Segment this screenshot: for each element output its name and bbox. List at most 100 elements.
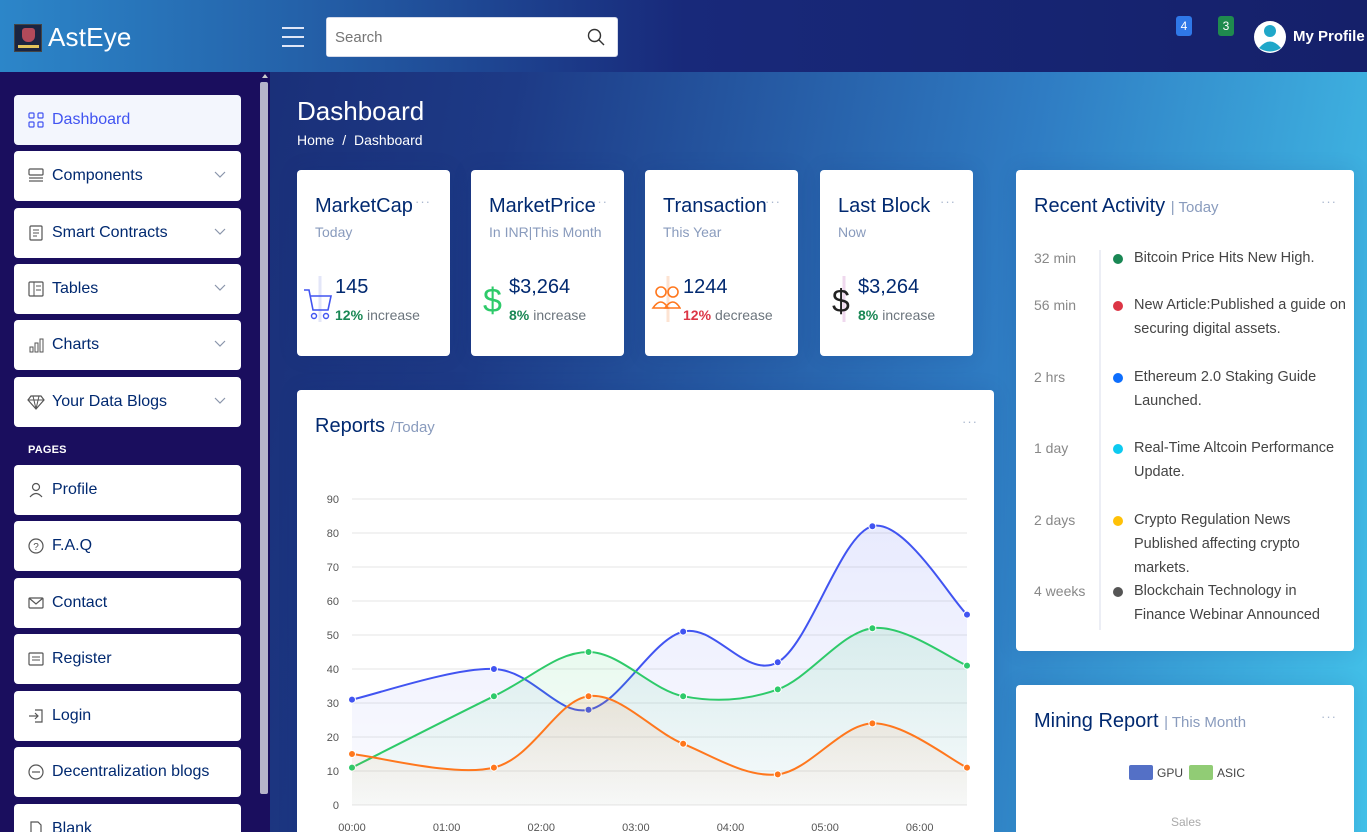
people-icon — [651, 276, 681, 322]
sidebar-item-label: Blank — [52, 820, 93, 832]
card-title: MarketPrice — [489, 195, 596, 217]
y-tick-label: 10 — [327, 766, 339, 778]
sidebar-item-register[interactable]: Register — [14, 634, 241, 684]
change-word: increase — [882, 307, 936, 323]
activity-time: 4 weeks — [1034, 583, 1086, 599]
file-icon — [30, 821, 42, 832]
data-point — [348, 695, 356, 704]
card-list-icon — [28, 652, 44, 666]
activity-text: Real-Time Altcoin Performance Update. — [1134, 440, 1335, 480]
search-icon[interactable] — [587, 28, 605, 46]
sidebar-item-charts[interactable]: Charts — [14, 320, 241, 370]
data-point — [868, 719, 877, 728]
journal-text-icon — [29, 225, 43, 241]
y-tick-label: 80 — [327, 528, 339, 540]
top-header: AstEye 4 3 My Profile — [0, 0, 1367, 72]
x-tick-label: 06:00 — [906, 822, 934, 832]
data-point — [868, 522, 877, 531]
legend-item-asic[interactable]: ASIC — [1189, 765, 1245, 780]
sidebar-item-label: Contact — [52, 594, 108, 611]
last-block-card: Last Block ··· Now $ $3,264 8% increase — [820, 170, 973, 356]
data-point — [868, 624, 877, 633]
sidebar-item-smart-contracts[interactable]: Smart Contracts — [14, 208, 241, 258]
timeline-line — [1099, 250, 1101, 630]
sidebar-item-profile[interactable]: Profile — [14, 465, 241, 515]
sidebar-scrollbar[interactable] — [260, 82, 268, 794]
chevron-down-icon — [214, 171, 226, 178]
change-percent: 12% — [335, 307, 364, 323]
breadcrumb: Home / Dashboard — [297, 132, 423, 148]
data-point — [489, 763, 498, 772]
gem-icon — [27, 395, 45, 410]
data-point — [348, 750, 356, 758]
sidebar-item-decentralization-blogs[interactable]: Decentralization blogs — [14, 747, 241, 797]
y-tick-label: 90 — [327, 494, 339, 506]
card-value: 145 — [335, 276, 369, 298]
sidebar-item-label: Charts — [52, 336, 100, 353]
profile-dropdown[interactable]: My Profile — [1293, 28, 1367, 45]
sidebar-toggle-icon[interactable] — [282, 27, 304, 47]
more-options-icon[interactable]: ··· — [415, 194, 431, 209]
card-subtitle: This Year — [663, 224, 722, 240]
notification-badge[interactable]: 4 — [1176, 16, 1192, 36]
activity-dot — [1113, 254, 1123, 264]
sidebar-item-login[interactable]: Login — [14, 691, 241, 741]
card-value: $3,264 — [509, 276, 571, 298]
app-name: AstEye — [48, 22, 132, 52]
chevron-down-icon — [214, 284, 226, 291]
mining-report-card: Mining Report | This Month ··· GPU ASIC … — [1016, 685, 1354, 832]
activity-time: 2 hrs — [1034, 369, 1066, 385]
data-point — [773, 658, 782, 667]
change-word: increase — [533, 307, 587, 323]
activity-dot — [1113, 301, 1123, 311]
transaction-card: Transaction ··· This Year 1244 12% decrea… — [645, 170, 798, 356]
activity-time: 1 day — [1034, 440, 1069, 456]
change-word: increase — [367, 307, 420, 323]
breadcrumb-home[interactable]: Home — [297, 132, 334, 148]
y-tick-label: 70 — [327, 562, 339, 574]
reports-line-chart: 0 10 20 30 40 50 60 70 80 90 00:00 01:00 02:00 03:00 0… — [327, 494, 971, 832]
sidebar-item-faq[interactable]: ? F.A.Q — [14, 521, 241, 571]
search-input[interactable] — [327, 18, 567, 56]
card-value: 1244 — [683, 276, 728, 298]
scroll-up-icon[interactable] — [262, 74, 268, 78]
legend-item-gpu[interactable]: GPU — [1129, 765, 1183, 780]
sidebar-item-tables[interactable]: Tables — [14, 264, 241, 314]
data-point — [773, 685, 782, 694]
legend-label: ASIC — [1217, 765, 1246, 780]
message-badge[interactable]: 3 — [1218, 16, 1234, 36]
card-title: Transaction — [663, 195, 767, 217]
activity-dot — [1113, 516, 1123, 526]
x-tick-label: 03:00 — [622, 822, 650, 832]
envelope-icon — [28, 597, 44, 609]
search-bar — [326, 17, 618, 57]
card-change: 12% increase — [335, 307, 420, 323]
dollar-icon: $ — [832, 276, 850, 322]
avatar[interactable] — [1253, 17, 1287, 57]
more-options-icon[interactable]: ··· — [940, 194, 956, 209]
change-percent: 8% — [509, 307, 530, 323]
data-point — [963, 763, 971, 772]
sidebar-item-contact[interactable]: Contact — [14, 578, 241, 628]
legend-label: GPU — [1157, 765, 1184, 780]
sidebar-item-your-data-blogs[interactable]: Your Data Blogs — [14, 377, 241, 427]
data-point — [489, 692, 498, 701]
card-change: 8% increase — [509, 307, 586, 323]
more-options-icon[interactable]: ··· — [765, 194, 781, 209]
sidebar-item-label: Your Data Blogs — [52, 393, 168, 410]
data-point — [679, 739, 688, 748]
data-point — [963, 610, 971, 619]
activity-dot — [1113, 587, 1123, 597]
sidebar-item-label: Decentralization blogs — [52, 763, 210, 780]
svg-text:$: $ — [832, 283, 850, 319]
app-logo[interactable]: AstEye — [14, 22, 132, 53]
sidebar-item-blank[interactable]: Blank — [14, 804, 241, 832]
sidebar-item-components[interactable]: Components — [14, 151, 241, 201]
more-options-icon[interactable]: ··· — [1321, 194, 1337, 209]
more-options-icon[interactable]: ··· — [1321, 709, 1337, 724]
sidebar-section-heading: PAGES — [28, 444, 67, 456]
page-title: Dashboard — [297, 96, 425, 126]
more-options-icon[interactable]: ··· — [592, 194, 608, 209]
sidebar-item-dashboard[interactable]: Dashboard — [14, 95, 241, 145]
activity-time: 32 min — [1034, 250, 1077, 266]
